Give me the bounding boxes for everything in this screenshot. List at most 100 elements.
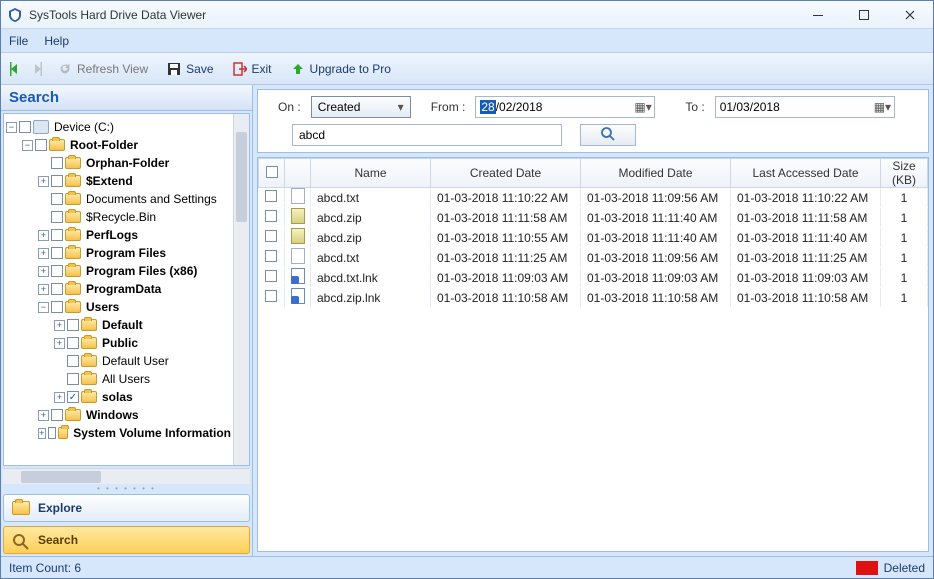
tree-toggle[interactable]: + xyxy=(38,248,49,259)
tree-node[interactable]: PerfLogs xyxy=(86,228,138,242)
tree-node[interactable]: $Recycle.Bin xyxy=(86,210,156,224)
tree-node[interactable]: Program Files xyxy=(86,246,166,260)
drive-icon xyxy=(33,120,49,134)
tree-toggle[interactable]: + xyxy=(38,428,46,439)
tree-node[interactable]: Root-Folder xyxy=(70,138,138,152)
row-checkbox[interactable] xyxy=(259,248,285,268)
tree-checkbox[interactable] xyxy=(51,229,63,241)
tree-checkbox[interactable] xyxy=(19,121,31,133)
grid-header-created[interactable]: Created Date xyxy=(431,159,581,188)
tree-node[interactable]: Users xyxy=(86,300,119,314)
refresh-button[interactable]: Refresh View xyxy=(51,59,154,79)
folder-icon xyxy=(81,391,97,403)
save-button[interactable]: Save xyxy=(160,59,219,79)
tree-toggle[interactable]: + xyxy=(38,284,49,295)
tree-toggle[interactable]: + xyxy=(38,230,49,241)
tree-checkbox[interactable] xyxy=(67,337,79,349)
tree-checkbox[interactable] xyxy=(51,247,63,259)
right-panel: On : Created From : 28/02/2018 ▦▾ To : 0… xyxy=(253,85,933,556)
table-row[interactable]: abcd.txt.lnk 01-03-2018 11:09:03 AM 01-0… xyxy=(259,268,928,288)
to-date-input[interactable]: 01/03/2018 ▦▾ xyxy=(715,96,895,118)
exit-button[interactable]: Exit xyxy=(226,59,278,79)
row-checkbox[interactable] xyxy=(259,288,285,308)
grid-header-size[interactable]: Size (KB) xyxy=(881,159,928,188)
tree-checkbox[interactable] xyxy=(67,355,79,367)
tree-checkbox[interactable] xyxy=(51,265,63,277)
tree-checkbox[interactable] xyxy=(51,409,63,421)
tree-node[interactable]: $Extend xyxy=(86,174,133,188)
search-tab[interactable]: Search xyxy=(3,526,250,554)
tree-toggle[interactable]: + xyxy=(38,410,49,421)
folder-icon xyxy=(65,229,81,241)
tree-node[interactable]: Default xyxy=(102,318,143,332)
table-row[interactable]: abcd.zip.lnk 01-03-2018 11:10:58 AM 01-0… xyxy=(259,288,928,308)
table-row[interactable]: abcd.zip 01-03-2018 11:11:58 AM 01-03-20… xyxy=(259,208,928,228)
grid-header-modified[interactable]: Modified Date xyxy=(581,159,731,188)
close-button[interactable] xyxy=(887,1,933,29)
upgrade-button[interactable]: Upgrade to Pro xyxy=(284,59,397,79)
table-row[interactable]: abcd.txt 01-03-2018 11:10:22 AM 01-03-20… xyxy=(259,188,928,208)
cell-modified: 01-03-2018 11:10:58 AM xyxy=(581,288,731,308)
tree-checkbox[interactable] xyxy=(51,211,63,223)
table-row[interactable]: abcd.txt 01-03-2018 11:11:25 AM 01-03-20… xyxy=(259,248,928,268)
deleted-legend-label: Deleted xyxy=(884,561,925,575)
row-checkbox[interactable] xyxy=(259,208,285,228)
menu-file[interactable]: File xyxy=(9,34,28,48)
tree-node-device[interactable]: Device (C:) xyxy=(54,120,114,134)
row-checkbox[interactable] xyxy=(259,268,285,288)
tree-node[interactable]: solas xyxy=(102,390,133,404)
search-text-input[interactable] xyxy=(292,124,562,146)
tree-checkbox[interactable] xyxy=(35,139,47,151)
tree-node[interactable]: System Volume Information xyxy=(73,426,231,440)
tree-toggle[interactable]: + xyxy=(54,392,65,403)
tree-checkbox[interactable] xyxy=(51,301,63,313)
cell-size: 1 xyxy=(881,228,928,248)
tree-toggle[interactable]: − xyxy=(6,122,17,133)
tree-checkbox[interactable] xyxy=(48,427,56,439)
from-date-input[interactable]: 28/02/2018 ▦▾ xyxy=(475,96,655,118)
on-select[interactable]: Created xyxy=(311,96,411,118)
folder-tree[interactable]: − Device (C:) − Root-Folder Orphan-Folder… xyxy=(4,114,233,465)
maximize-button[interactable] xyxy=(841,1,887,29)
tree-checkbox[interactable] xyxy=(51,283,63,295)
tree-node[interactable]: Orphan-Folder xyxy=(86,156,169,170)
tree-toggle[interactable]: − xyxy=(38,302,49,313)
panel-gripper[interactable]: • • • • • • • xyxy=(1,484,252,492)
grid-header-checkbox[interactable] xyxy=(259,159,285,188)
tree-node[interactable]: ProgramData xyxy=(86,282,161,296)
menu-help[interactable]: Help xyxy=(44,34,69,48)
tree-hscrollbar[interactable] xyxy=(3,468,250,484)
tree-toggle[interactable]: + xyxy=(54,320,65,331)
tree-toggle[interactable]: − xyxy=(22,140,33,151)
tree-checkbox[interactable] xyxy=(51,175,63,187)
folder-icon xyxy=(65,193,81,205)
grid-header-name[interactable]: Name xyxy=(311,159,431,188)
tree-checkbox[interactable] xyxy=(67,373,79,385)
tree-checkbox[interactable]: ✓ xyxy=(67,391,79,403)
minimize-button[interactable] xyxy=(795,1,841,29)
row-checkbox[interactable] xyxy=(259,188,285,208)
tree-toggle[interactable]: + xyxy=(38,266,49,277)
tree-node[interactable]: Default User xyxy=(102,354,169,368)
tree-checkbox[interactable] xyxy=(51,193,63,205)
nav-back-icon[interactable] xyxy=(7,61,23,77)
explore-tab[interactable]: Explore xyxy=(3,494,250,522)
row-checkbox[interactable] xyxy=(259,228,285,248)
tree-node[interactable]: Program Files (x86) xyxy=(86,264,197,278)
calendar-icon[interactable]: ▦▾ xyxy=(874,100,890,114)
nav-forward-icon[interactable] xyxy=(29,61,45,77)
grid-header-accessed[interactable]: Last Accessed Date xyxy=(731,159,881,188)
tree-checkbox[interactable] xyxy=(51,157,63,169)
tree-toggle[interactable]: + xyxy=(38,176,49,187)
search-button[interactable] xyxy=(580,124,636,146)
tree-node[interactable]: All Users xyxy=(102,372,150,386)
cell-created: 01-03-2018 11:11:58 AM xyxy=(431,208,581,228)
tree-checkbox[interactable] xyxy=(67,319,79,331)
tree-scrollbar[interactable] xyxy=(233,114,249,465)
tree-node[interactable]: Public xyxy=(102,336,138,350)
tree-node[interactable]: Documents and Settings xyxy=(86,192,217,206)
tree-node[interactable]: Windows xyxy=(86,408,139,422)
tree-toggle[interactable]: + xyxy=(54,338,65,349)
table-row[interactable]: abcd.zip 01-03-2018 11:10:55 AM 01-03-20… xyxy=(259,228,928,248)
calendar-icon[interactable]: ▦▾ xyxy=(634,100,650,114)
